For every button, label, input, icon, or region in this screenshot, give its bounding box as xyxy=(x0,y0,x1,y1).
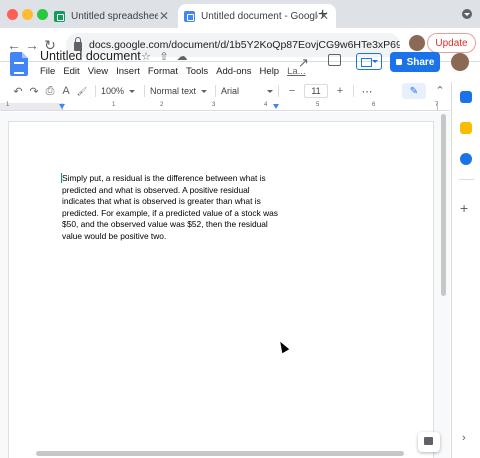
maximize-window-button[interactable] xyxy=(37,9,48,20)
ruler-number: 7 xyxy=(435,102,439,108)
share-button[interactable]: Share xyxy=(390,52,440,72)
increase-font-size-icon[interactable]: + xyxy=(332,85,348,97)
menu-edit[interactable]: Edit xyxy=(63,66,79,77)
minimize-window-button[interactable] xyxy=(22,9,33,20)
move-folder-icon[interactable]: ⇧ xyxy=(158,50,170,63)
comment-history-icon[interactable] xyxy=(328,54,341,66)
document-title[interactable]: Untitled document xyxy=(40,49,141,63)
print-icon[interactable]: ⎙ xyxy=(42,85,58,98)
ruler: 1 1 2 3 4 5 6 7 xyxy=(0,101,450,111)
tab-title: Untitled spreadsheet - Google xyxy=(71,10,158,22)
ruler-number: 1 xyxy=(6,102,10,108)
menu-bar: File Edit View Insert Format Tools Add-o… xyxy=(40,66,314,77)
tab-document[interactable]: Untitled document - Google Do ✕ xyxy=(178,4,336,28)
collapse-menus-icon[interactable]: ⌃ xyxy=(432,84,448,97)
ruler-number: 3 xyxy=(212,102,216,108)
docs-logo-icon[interactable] xyxy=(10,52,28,76)
update-button[interactable]: Update xyxy=(427,33,476,53)
right-indent-marker[interactable] xyxy=(273,104,279,109)
divider xyxy=(459,179,474,180)
paint-format-icon[interactable]: 🖌 xyxy=(74,87,90,96)
left-indent-marker[interactable] xyxy=(59,104,65,109)
ruler-number: 6 xyxy=(372,102,376,108)
font-select[interactable]: Arial xyxy=(221,86,273,96)
sheets-icon xyxy=(54,10,65,22)
ruler-number: 4 xyxy=(264,102,268,108)
spellcheck-icon[interactable]: A xyxy=(58,85,74,97)
close-window-button[interactable] xyxy=(7,9,18,20)
share-label: Share xyxy=(406,56,435,68)
redo-icon[interactable]: ↷ xyxy=(26,85,42,98)
zoom-select[interactable]: 100% xyxy=(101,86,139,96)
vertical-scrollbar[interactable] xyxy=(441,114,446,296)
keep-icon[interactable] xyxy=(460,122,472,134)
ruler-number: 1 xyxy=(112,102,116,108)
new-tab-button[interactable]: + xyxy=(318,6,327,24)
formatting-toolbar: ↶ ↷ ⎙ A 🖌 100% Normal text Arial − 11 + … xyxy=(0,82,450,100)
explore-button[interactable] xyxy=(418,432,440,452)
expand-panel-icon[interactable]: › xyxy=(462,432,466,444)
chevron-down-icon xyxy=(267,89,273,93)
chevron-down-icon xyxy=(201,89,208,93)
browser-tab-strip: Untitled spreadsheet - Google ✕ Untitled… xyxy=(0,0,480,28)
menu-tools[interactable]: Tools xyxy=(186,66,208,77)
tasks-icon[interactable] xyxy=(460,153,472,165)
add-addon-icon[interactable]: + xyxy=(460,200,468,216)
menu-help[interactable]: Help xyxy=(260,66,280,77)
account-avatar[interactable] xyxy=(451,53,469,71)
font-value: Arial xyxy=(221,86,240,96)
pencil-icon: ✎ xyxy=(409,85,419,97)
document-canvas xyxy=(0,112,450,458)
cloud-status-icon[interactable]: ☁ xyxy=(176,50,188,63)
decrease-font-size-icon[interactable]: − xyxy=(284,85,300,97)
star-icon[interactable]: ☆ xyxy=(140,50,152,63)
profile-avatar[interactable] xyxy=(409,35,425,51)
horizontal-scrollbar[interactable] xyxy=(36,451,404,456)
font-size-input[interactable]: 11 xyxy=(304,84,328,98)
menu-insert[interactable]: Insert xyxy=(116,66,140,77)
docs-icon xyxy=(184,10,195,22)
undo-icon[interactable]: ↶ xyxy=(10,85,26,98)
paragraph-style-select[interactable]: Normal text xyxy=(150,86,210,96)
style-value: Normal text xyxy=(150,86,197,96)
menu-view[interactable]: View xyxy=(88,66,108,77)
lock-icon xyxy=(395,59,402,65)
document-body-text[interactable]: Simply put, a residual is the difference… xyxy=(62,173,284,243)
editing-mode-button[interactable]: ✎ xyxy=(402,83,426,99)
ruler-number: 2 xyxy=(160,102,164,108)
ruler-number: 5 xyxy=(316,102,320,108)
tab-title: Untitled document - Google Do xyxy=(201,10,318,22)
menu-addons[interactable]: Add-ons xyxy=(216,66,251,77)
present-button[interactable] xyxy=(356,53,382,70)
zoom-value: 100% xyxy=(101,86,125,96)
menu-format[interactable]: Format xyxy=(148,66,178,77)
activity-dashboard-icon[interactable]: ↗ xyxy=(298,55,309,71)
ruler-track xyxy=(62,103,438,110)
tab-search-icon[interactable] xyxy=(462,9,472,19)
close-icon[interactable]: ✕ xyxy=(158,9,170,23)
calendar-icon[interactable] xyxy=(460,91,472,103)
chevron-down-icon xyxy=(129,89,136,93)
tab-spreadsheet[interactable]: Untitled spreadsheet - Google ✕ xyxy=(48,4,176,28)
menu-file[interactable]: File xyxy=(40,66,55,77)
more-options-icon[interactable]: ⋯ xyxy=(359,85,375,98)
side-panel: + › xyxy=(451,82,480,458)
